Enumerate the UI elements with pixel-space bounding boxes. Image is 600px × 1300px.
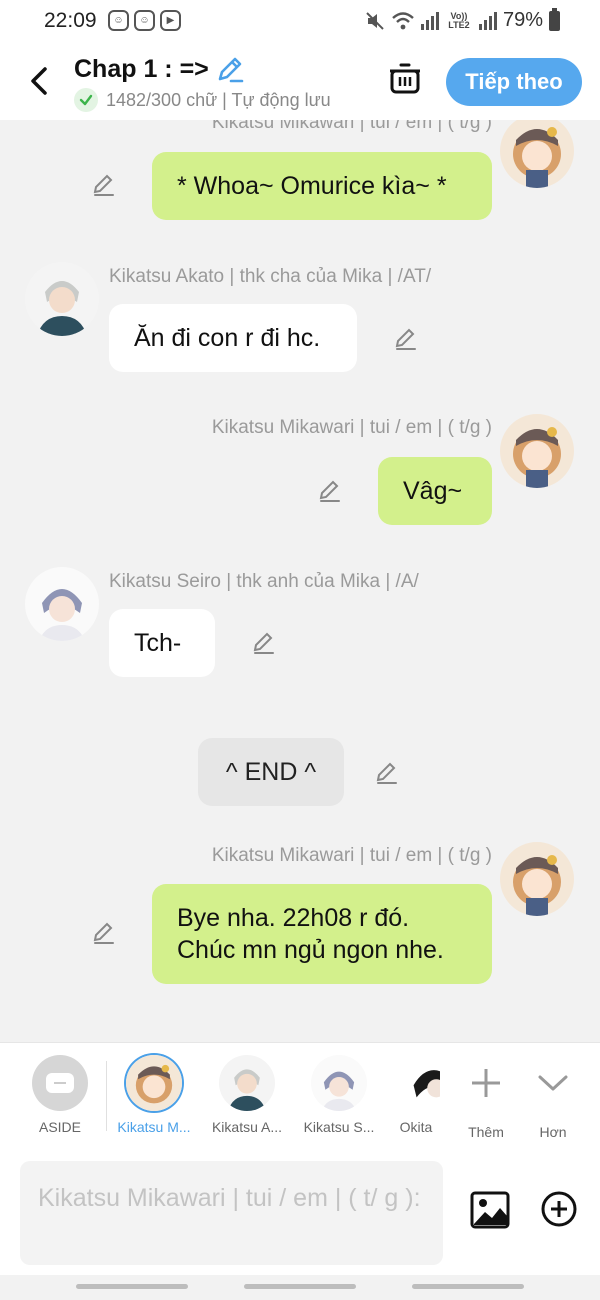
edit-title-icon[interactable] <box>215 54 245 84</box>
edit-message-icon[interactable] <box>393 326 419 352</box>
input-bar: Kikatsu Mikawari | tui / em | ( t/ g ): <box>0 1150 600 1275</box>
aside-bubble[interactable]: ^ END ^ <box>198 738 344 806</box>
speaker-name: Kikatsu Mikawari | tui / em | ( t/g ) <box>211 120 492 133</box>
avatar-akato[interactable] <box>25 262 99 336</box>
avatar <box>311 1055 367 1111</box>
message-line: Chúc mn ngủ ngon nhe. <box>177 936 444 964</box>
speaker-name: Kikatsu Mikawari | tui / em | ( t/g ) <box>211 417 492 438</box>
message-bubble[interactable]: * Whoa~ Omurice kìa~ * <box>152 152 492 220</box>
mute-icon <box>366 11 384 30</box>
signal-icon-2 <box>478 11 497 30</box>
character-label: Hơn <box>539 1124 567 1140</box>
character-okita[interactable]: Okita <box>384 1055 440 1135</box>
more-characters-button[interactable]: Hơn <box>508 1055 598 1140</box>
edit-message-icon[interactable] <box>91 172 117 198</box>
speaker-name: Kikatsu Mikawari | tui / em | ( t/g ) <box>211 845 492 866</box>
aside-icon <box>32 1055 88 1111</box>
character-label: Kikatsu A... <box>211 1119 283 1135</box>
message-input[interactable]: Kikatsu Mikawari | tui / em | ( t/ g ): <box>20 1161 443 1265</box>
volte-label: Vo)) LTE2 <box>448 10 470 30</box>
character-akato[interactable]: Kikatsu A... <box>202 1055 292 1135</box>
chevron-down-icon <box>538 1075 568 1091</box>
back-arrow-icon[interactable] <box>26 64 52 98</box>
message-bubble[interactable]: Tch- <box>109 609 215 677</box>
avatar <box>219 1055 275 1111</box>
word-count-status: 1482/300 chữ | Tự động lưu <box>74 88 331 112</box>
add-circle-icon[interactable] <box>540 1190 578 1228</box>
next-button[interactable]: Tiếp theo <box>446 58 582 106</box>
image-icon[interactable] <box>470 1190 510 1230</box>
chat-area[interactable]: Kikatsu Mikawari | tui / em | ( t/g ) * … <box>0 120 600 1042</box>
notification-icons: ☺ ☺ ▶ <box>108 10 181 31</box>
character-label: ASIDE <box>38 1119 81 1135</box>
nav-recents[interactable] <box>76 1284 188 1289</box>
battery-icon <box>549 7 560 31</box>
message-bubble[interactable]: Bye nha. 22h08 r đó. Chúc mn ngủ ngon nh… <box>152 884 492 984</box>
avatar-mikawari[interactable] <box>500 414 574 488</box>
chapter-title-text: Chap 1 : => <box>74 54 209 83</box>
nav-home[interactable] <box>244 1284 356 1289</box>
plus-icon <box>472 1069 500 1097</box>
status-right: Vo)) LTE2 79% <box>365 7 560 32</box>
avatar-mikawari[interactable] <box>500 842 574 916</box>
word-count-text: 1482/300 chữ | Tự động lưu <box>106 89 331 110</box>
edit-message-icon[interactable] <box>374 760 400 786</box>
speaker-name: Kikatsu Akato | thk cha của Mika | /AT/ <box>109 266 432 287</box>
status-bar: 22:09 ☺ ☺ ▶ Vo)) LTE2 79% <box>0 0 600 44</box>
edit-message-icon[interactable] <box>317 478 343 504</box>
play-notification-icon: ▶ <box>160 10 181 31</box>
avatar <box>406 1055 440 1111</box>
status-time: 22:09 <box>44 9 97 32</box>
wifi-icon <box>392 11 414 29</box>
avatar <box>126 1055 182 1111</box>
chapter-title[interactable]: Chap 1 : => <box>74 54 245 84</box>
character-aside[interactable]: ASIDE <box>15 1055 105 1135</box>
edit-message-icon[interactable] <box>251 630 277 656</box>
character-seiro[interactable]: Kikatsu S... <box>294 1055 384 1135</box>
message-bubble[interactable]: Vâg~ <box>378 457 492 525</box>
editor-header: Chap 1 : => 1482/300 chữ | Tự động lưu T… <box>0 44 600 120</box>
message-bubble[interactable]: Ăn đi con r đi hc. <box>109 304 357 372</box>
avatar-mikawari[interactable] <box>500 120 574 188</box>
character-label: Okita <box>399 1119 433 1135</box>
character-label: Kikatsu S... <box>303 1119 375 1135</box>
avatar-seiro[interactable] <box>25 567 99 641</box>
message-line: Bye nha. 22h08 r đó. <box>177 904 410 932</box>
edit-message-icon[interactable] <box>91 920 117 946</box>
trash-icon[interactable] <box>388 62 422 96</box>
system-nav-bar <box>0 1275 600 1300</box>
smiley-notification-icon: ☺ <box>108 10 129 31</box>
character-label: Kikatsu M... <box>117 1119 191 1135</box>
character-mikawari[interactable]: Kikatsu M... <box>109 1055 199 1135</box>
signal-icon <box>420 11 439 30</box>
character-selector: ASIDE Kikatsu M... Kikatsu A... Kikatsu … <box>0 1042 600 1150</box>
battery-percent: 79% <box>502 9 543 31</box>
speaker-name: Kikatsu Seiro | thk anh của Mika | /A/ <box>109 571 419 592</box>
divider <box>106 1061 107 1131</box>
nav-back[interactable] <box>412 1284 524 1289</box>
smiley-notification-icon-2: ☺ <box>134 10 155 31</box>
checkmark-icon <box>74 88 98 112</box>
